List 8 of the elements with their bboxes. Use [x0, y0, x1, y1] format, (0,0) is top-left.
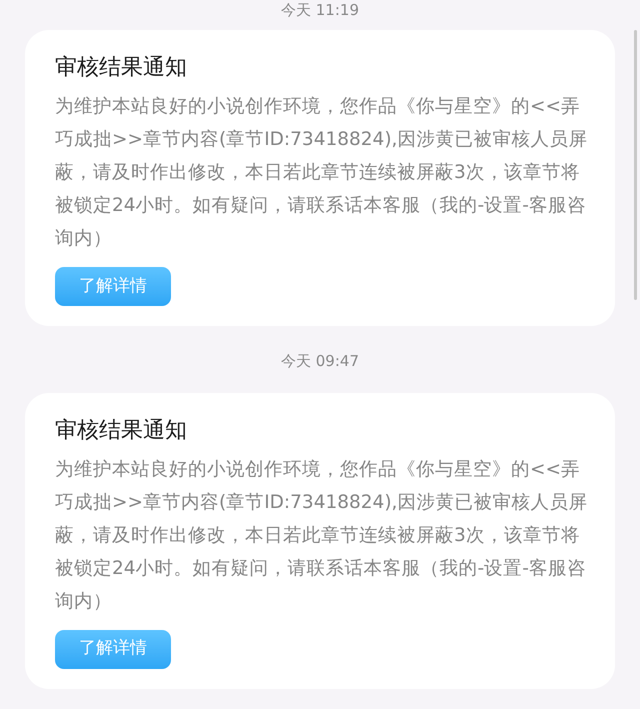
timestamp: 今天 11:19 — [281, 2, 359, 18]
notification-title: 审核结果通知 — [55, 416, 188, 444]
details-button[interactable]: 了解详情 — [55, 267, 171, 306]
notification-body: 为维护本站良好的小说创作环境，您作品《你与星空》的<<弄巧成拙>>章节内容(章节ID:73418824),因涉黄已被审核人员屏蔽，请及时作出修改，本日若此章节连续被屏蔽3次，该章节将被锁定24小时。如有疑问，请联系话本客服（我的-设置-客服咨询内） — [55, 458, 588, 614]
notification-body: 为维护本站良好的小说创作环境，您作品《你与星空》的<<弄巧成拙>>章节内容(章节ID:73418824),因涉黄已被审核人员屏蔽，请及时作出修改，本日若此章节连续被屏蔽3次，该章节将被锁定24小时。如有疑问，请联系话本客服（我的-设置-客服咨询内） — [55, 95, 588, 251]
notification-title: 审核结果通知 — [55, 54, 188, 82]
timestamp: 今天 09:47 — [281, 351, 359, 372]
details-button[interactable]: 了解详情 — [55, 630, 171, 668]
